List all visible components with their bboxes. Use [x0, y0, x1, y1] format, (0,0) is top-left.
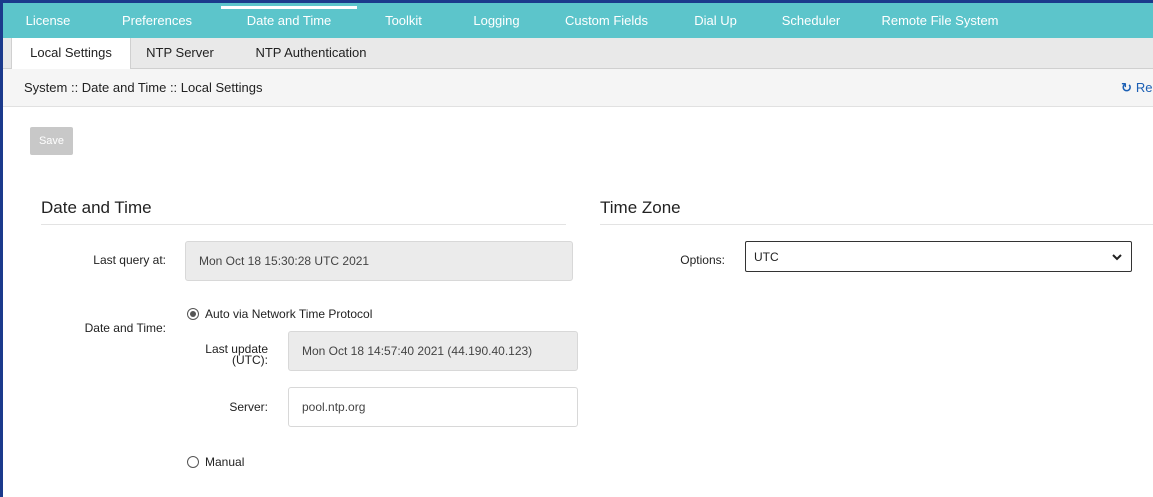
tab-toolkit[interactable]: Toolkit — [357, 3, 450, 38]
last-query-field: Mon Oct 18 15:30:28 UTC 2021 — [185, 241, 573, 281]
server-label: Server: — [229, 400, 268, 414]
chevron-down-icon — [1112, 254, 1122, 261]
date-time-divider — [41, 224, 566, 225]
sub-nav: Local Settings NTP Server NTP Authentica… — [3, 38, 1153, 69]
tab-custom-fields[interactable]: Custom Fields — [543, 3, 670, 38]
tab-preferences[interactable]: Preferences — [93, 3, 221, 38]
save-button[interactable]: Save — [30, 127, 73, 155]
subtab-ntp-server[interactable]: NTP Server — [134, 38, 226, 68]
date-time-section-title: Date and Time — [41, 198, 152, 217]
server-input[interactable]: pool.ntp.org — [288, 387, 578, 427]
tab-logging[interactable]: Logging — [450, 3, 543, 38]
breadcrumb-bar: System :: Date and Time :: Local Setting… — [3, 69, 1153, 107]
tab-scheduler[interactable]: Scheduler — [761, 3, 861, 38]
subtab-ntp-authentication[interactable]: NTP Authentication — [231, 38, 391, 68]
options-label: Options: — [680, 253, 725, 267]
manual-radio[interactable]: Manual — [187, 455, 244, 469]
radio-unselected-icon — [187, 456, 199, 468]
time-zone-select[interactable]: UTC — [745, 241, 1132, 272]
breadcrumb: System :: Date and Time :: Local Setting… — [24, 80, 263, 95]
top-nav: License Preferences Date and Time Toolki… — [3, 0, 1153, 38]
tab-dial-up[interactable]: Dial Up — [670, 3, 761, 38]
radio-selected-icon — [187, 308, 199, 320]
auto-ntp-radio[interactable]: Auto via Network Time Protocol — [187, 307, 372, 321]
last-update-field: Mon Oct 18 14:57:40 2021 (44.190.40.123) — [288, 331, 578, 371]
subtab-local-settings[interactable]: Local Settings — [11, 38, 131, 69]
tab-remote-file-system[interactable]: Remote File System — [861, 3, 1019, 38]
refresh-link[interactable]: ↻ Re — [1121, 80, 1153, 96]
refresh-icon: ↻ — [1121, 80, 1132, 95]
time-zone-section-title: Time Zone — [600, 198, 681, 217]
date-time-label: Date and Time: — [84, 321, 166, 335]
last-update-label: Last update (UTC): — [205, 342, 268, 367]
tab-license[interactable]: License — [3, 3, 93, 38]
time-zone-divider — [600, 224, 1153, 225]
tab-date-and-time[interactable]: Date and Time — [221, 3, 357, 38]
last-query-label: Last query at: — [93, 253, 166, 267]
